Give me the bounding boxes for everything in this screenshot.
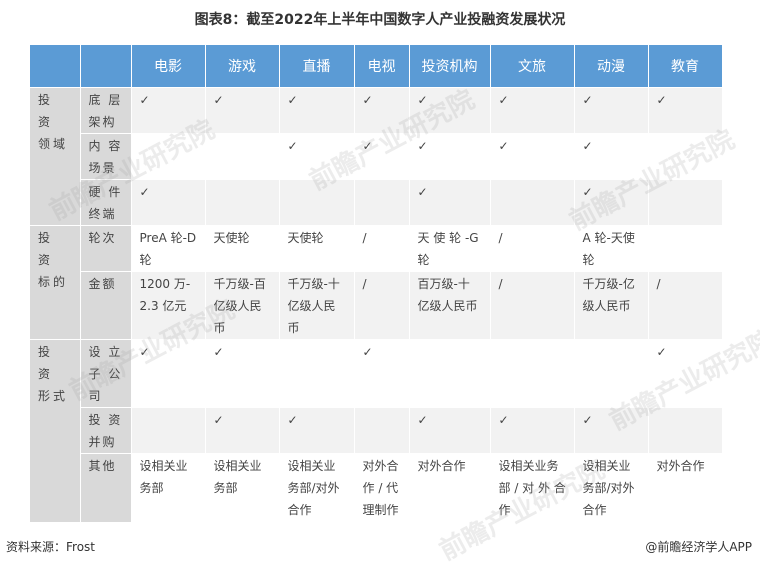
table-cell: 千万级-百 亿级人民 币 (205, 271, 280, 340)
check-cell: ✓ (205, 339, 280, 408)
table-cell: / (354, 271, 410, 340)
table-cell (354, 179, 410, 226)
group-label: 投 资 领域 (30, 87, 81, 226)
check-cell: ✓ (574, 133, 649, 180)
table-cell: 设相关业 务部 (131, 453, 206, 522)
table-cell: A 轮-天使 轮 (574, 225, 649, 272)
check-cell: ✓ (574, 87, 649, 134)
table-cell (490, 179, 575, 226)
check-cell: ✓ (205, 407, 280, 454)
check-cell: ✓ (279, 133, 355, 180)
table-cell: 天使轮 (279, 225, 355, 272)
column-header: 游戏 (205, 45, 280, 88)
check-cell: ✓ (490, 133, 575, 180)
table-cell: / (354, 225, 410, 272)
table-cell: 1200 万- 2.3 亿元 (131, 271, 206, 340)
check-cell: ✓ (354, 133, 410, 180)
row-label: 投 资 并购 (80, 407, 132, 454)
table-cell: 对外合作 (648, 453, 723, 522)
column-header: 投资机构 (409, 45, 491, 88)
check-cell: ✓ (354, 87, 410, 134)
row-label: 轮次 (80, 225, 132, 272)
table-cell: 天使轮 (205, 225, 280, 272)
check-cell: ✓ (409, 407, 491, 454)
table-cell (574, 339, 649, 408)
table-cell: 设相关业 务部/对外 合作 (574, 453, 649, 522)
group-label: 投 资 标的 (30, 225, 81, 340)
table-cell: 百万级-十 亿级人民币 (409, 271, 491, 340)
table-cell: 千万级-亿 级人民币 (574, 271, 649, 340)
table-cell (131, 407, 206, 454)
row-label: 内 容 场景 (80, 133, 132, 180)
check-cell: ✓ (574, 179, 649, 226)
table-cell: / (490, 271, 575, 340)
check-cell: ✓ (648, 339, 723, 408)
check-cell: ✓ (409, 179, 491, 226)
table-cell (648, 179, 723, 226)
table-cell (205, 179, 280, 226)
check-cell: ✓ (131, 87, 206, 134)
row-label: 硬 件 终端 (80, 179, 132, 226)
check-cell: ✓ (490, 407, 575, 454)
row-label: 底 层 架构 (80, 87, 132, 134)
table-row: 硬 件 终端 ✓ ✓ ✓ (30, 179, 723, 226)
column-header: 电影 (131, 45, 206, 88)
table-cell (648, 225, 723, 272)
chart-title: 图表8：截至2022年上半年中国数字人产业投融资发展状况 (194, 12, 566, 28)
table-row: 投 资 形式设 立 子 公 司 ✓ ✓ ✓ ✓ (30, 339, 723, 522)
row-label: 设 立 子 公 司 (80, 339, 132, 408)
table-cell: / (490, 225, 575, 272)
header-blank (30, 45, 81, 88)
row-label: 金额 (80, 271, 132, 340)
table-cell (409, 339, 491, 408)
table-row: 投 资 并购 ✓ ✓ ✓ ✓ ✓ (30, 407, 723, 454)
check-cell: ✓ (648, 87, 723, 134)
table-row: 投 资 标的 轮次 PreA 轮-D 轮天使轮 天使轮 / 天 使 轮 -G 轮 / A 轮-… (30, 225, 723, 340)
credit-note: @前瞻经济学人APP (645, 540, 752, 554)
check-cell: ✓ (490, 87, 575, 134)
table-cell (648, 133, 723, 180)
table-cell: 对外合 作 / 代 理制作 (354, 453, 410, 522)
table-cell: 千万级-十 亿级人民 币 (279, 271, 355, 340)
source-note: 资料来源：Frost (6, 540, 95, 554)
table-cell: 天 使 轮 -G 轮 (409, 225, 491, 272)
row-label: 其他 (80, 453, 132, 522)
group-label: 投 资 形式 (30, 339, 81, 522)
table-cell (279, 339, 355, 408)
column-header: 直播 (279, 45, 355, 88)
column-header: 文旅 (490, 45, 575, 88)
table-cell (648, 407, 723, 454)
table-cell: 设相关业务 部 / 对 外 合 作 (490, 453, 575, 522)
check-cell: ✓ (279, 407, 355, 454)
table-cell (279, 179, 355, 226)
column-header: 电视 (354, 45, 410, 88)
check-cell: ✓ (131, 179, 206, 226)
investment-table: 电影 游戏 直播 电视 投资机构 文旅 动漫 教育 投 资 领域底 层 架构 ✓ ✓… (30, 45, 723, 522)
column-header: 教育 (648, 45, 723, 88)
check-cell: ✓ (409, 133, 491, 180)
table-cell: PreA 轮-D 轮 (131, 225, 206, 272)
table-row: 投 资 领域底 层 架构 ✓ ✓ ✓ ✓ ✓ ✓ ✓ ✓ (30, 87, 723, 226)
table-cell: / (648, 271, 723, 340)
check-cell: ✓ (279, 87, 355, 134)
header-blank (80, 45, 132, 88)
table-row: 其他 设相关业 务部 设相关业 务部 设相关业 务部/对外 合作 对外合 作 / 代 理… (30, 453, 723, 522)
table-cell (490, 339, 575, 408)
check-cell: ✓ (409, 87, 491, 134)
table-cell: 对外合作 (409, 453, 491, 522)
table-cell (354, 407, 410, 454)
check-cell: ✓ (205, 87, 280, 134)
check-cell: ✓ (574, 407, 649, 454)
column-header: 动漫 (574, 45, 649, 88)
table-cell: 设相关业 务部 (205, 453, 280, 522)
check-cell: ✓ (131, 339, 206, 408)
table-row: 金额 1200 万- 2.3 亿元 千万级-百 亿级人民 币千万级-十 亿级人民 币… (30, 271, 723, 340)
check-cell: ✓ (354, 339, 410, 408)
table-cell (131, 133, 206, 180)
table-cell (205, 133, 280, 180)
header-row: 电影 游戏 直播 电视 投资机构 文旅 动漫 教育 (30, 45, 723, 88)
table-cell: 设相关业 务部/对外 合作 (279, 453, 355, 522)
table-row: 内 容 场景 ✓ ✓ ✓ ✓ ✓ (30, 133, 723, 180)
